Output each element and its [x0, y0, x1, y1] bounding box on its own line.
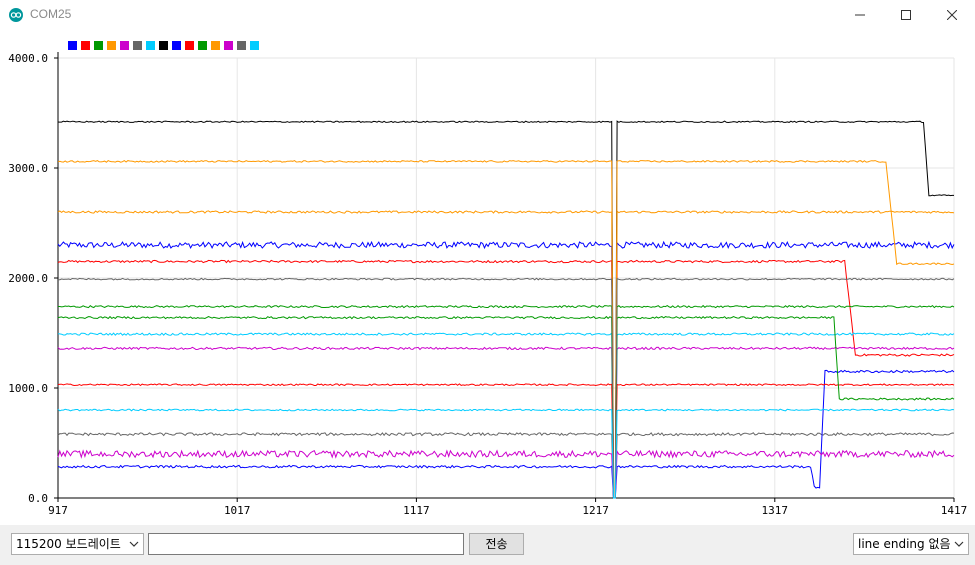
bottom-toolbar: 115200 보드레이트 전송 line ending 없음 [0, 525, 975, 565]
legend-swatch [68, 41, 77, 50]
series-line-5 [57, 346, 955, 499]
legend-swatch [146, 41, 155, 50]
chevron-down-icon [129, 541, 139, 547]
minimize-icon [855, 14, 865, 16]
series-line-9 [57, 369, 955, 499]
legend-swatch [224, 41, 233, 50]
series-line-11 [57, 315, 955, 499]
y-tick-label: 3000.0 [8, 162, 48, 175]
line-ending-select[interactable]: line ending 없음 [853, 533, 969, 555]
serial-plotter: 0.0 1000.0 2000.0 3000.0 4000.0 917 1017 1117 12… [0, 30, 975, 525]
legend-swatch [198, 41, 207, 50]
plot-canvas: 0.0 1000.0 2000.0 3000.0 4000.0 917 1017 1117 12… [8, 41, 968, 517]
x-tick-label: 917 [48, 504, 68, 517]
x-tick-label: 1017 [224, 504, 251, 517]
legend-swatch [133, 41, 142, 50]
series-line-8 [57, 120, 954, 499]
send-button[interactable]: 전송 [469, 533, 524, 555]
y-tick-label: 1000.0 [8, 382, 48, 395]
legend-swatch [211, 41, 220, 50]
send-input[interactable] [148, 533, 464, 555]
baud-rate-select[interactable]: 115200 보드레이트 [11, 533, 144, 555]
legend-swatch [250, 41, 259, 50]
legend-swatch [172, 41, 181, 50]
x-tick-label: 1417 [941, 504, 968, 517]
window-title: COM25 [30, 7, 72, 21]
close-button[interactable] [929, 0, 975, 30]
y-tick-label: 2000.0 [8, 272, 48, 285]
arduino-logo-icon [9, 8, 23, 22]
series-line-13 [57, 449, 955, 499]
close-icon [947, 10, 957, 20]
series-line-1 [57, 240, 955, 499]
x-tick-label: 1317 [762, 504, 789, 517]
series-line-2 [57, 259, 955, 499]
y-tick-label: 4000.0 [8, 52, 48, 65]
legend-swatch [107, 41, 116, 50]
legend-swatch [120, 41, 129, 50]
x-tick-label: 1117 [403, 504, 430, 517]
series-line-7 [57, 332, 955, 499]
x-tick-label: 1217 [582, 504, 609, 517]
legend-swatch [237, 41, 246, 50]
legend-swatch [159, 41, 168, 50]
legend-swatch [185, 41, 194, 50]
baud-rate-value: 115200 보드레이트 [16, 537, 121, 551]
maximize-icon [901, 10, 911, 20]
legend-swatch [94, 41, 103, 50]
chevron-down-icon [954, 541, 964, 547]
maximize-button[interactable] [883, 0, 929, 30]
title-bar: COM25 [0, 0, 975, 30]
line-ending-value: line ending 없음 [858, 537, 951, 551]
legend-swatch [81, 41, 90, 50]
y-tick-label: 0.0 [28, 492, 48, 505]
minimize-button[interactable] [837, 0, 883, 30]
